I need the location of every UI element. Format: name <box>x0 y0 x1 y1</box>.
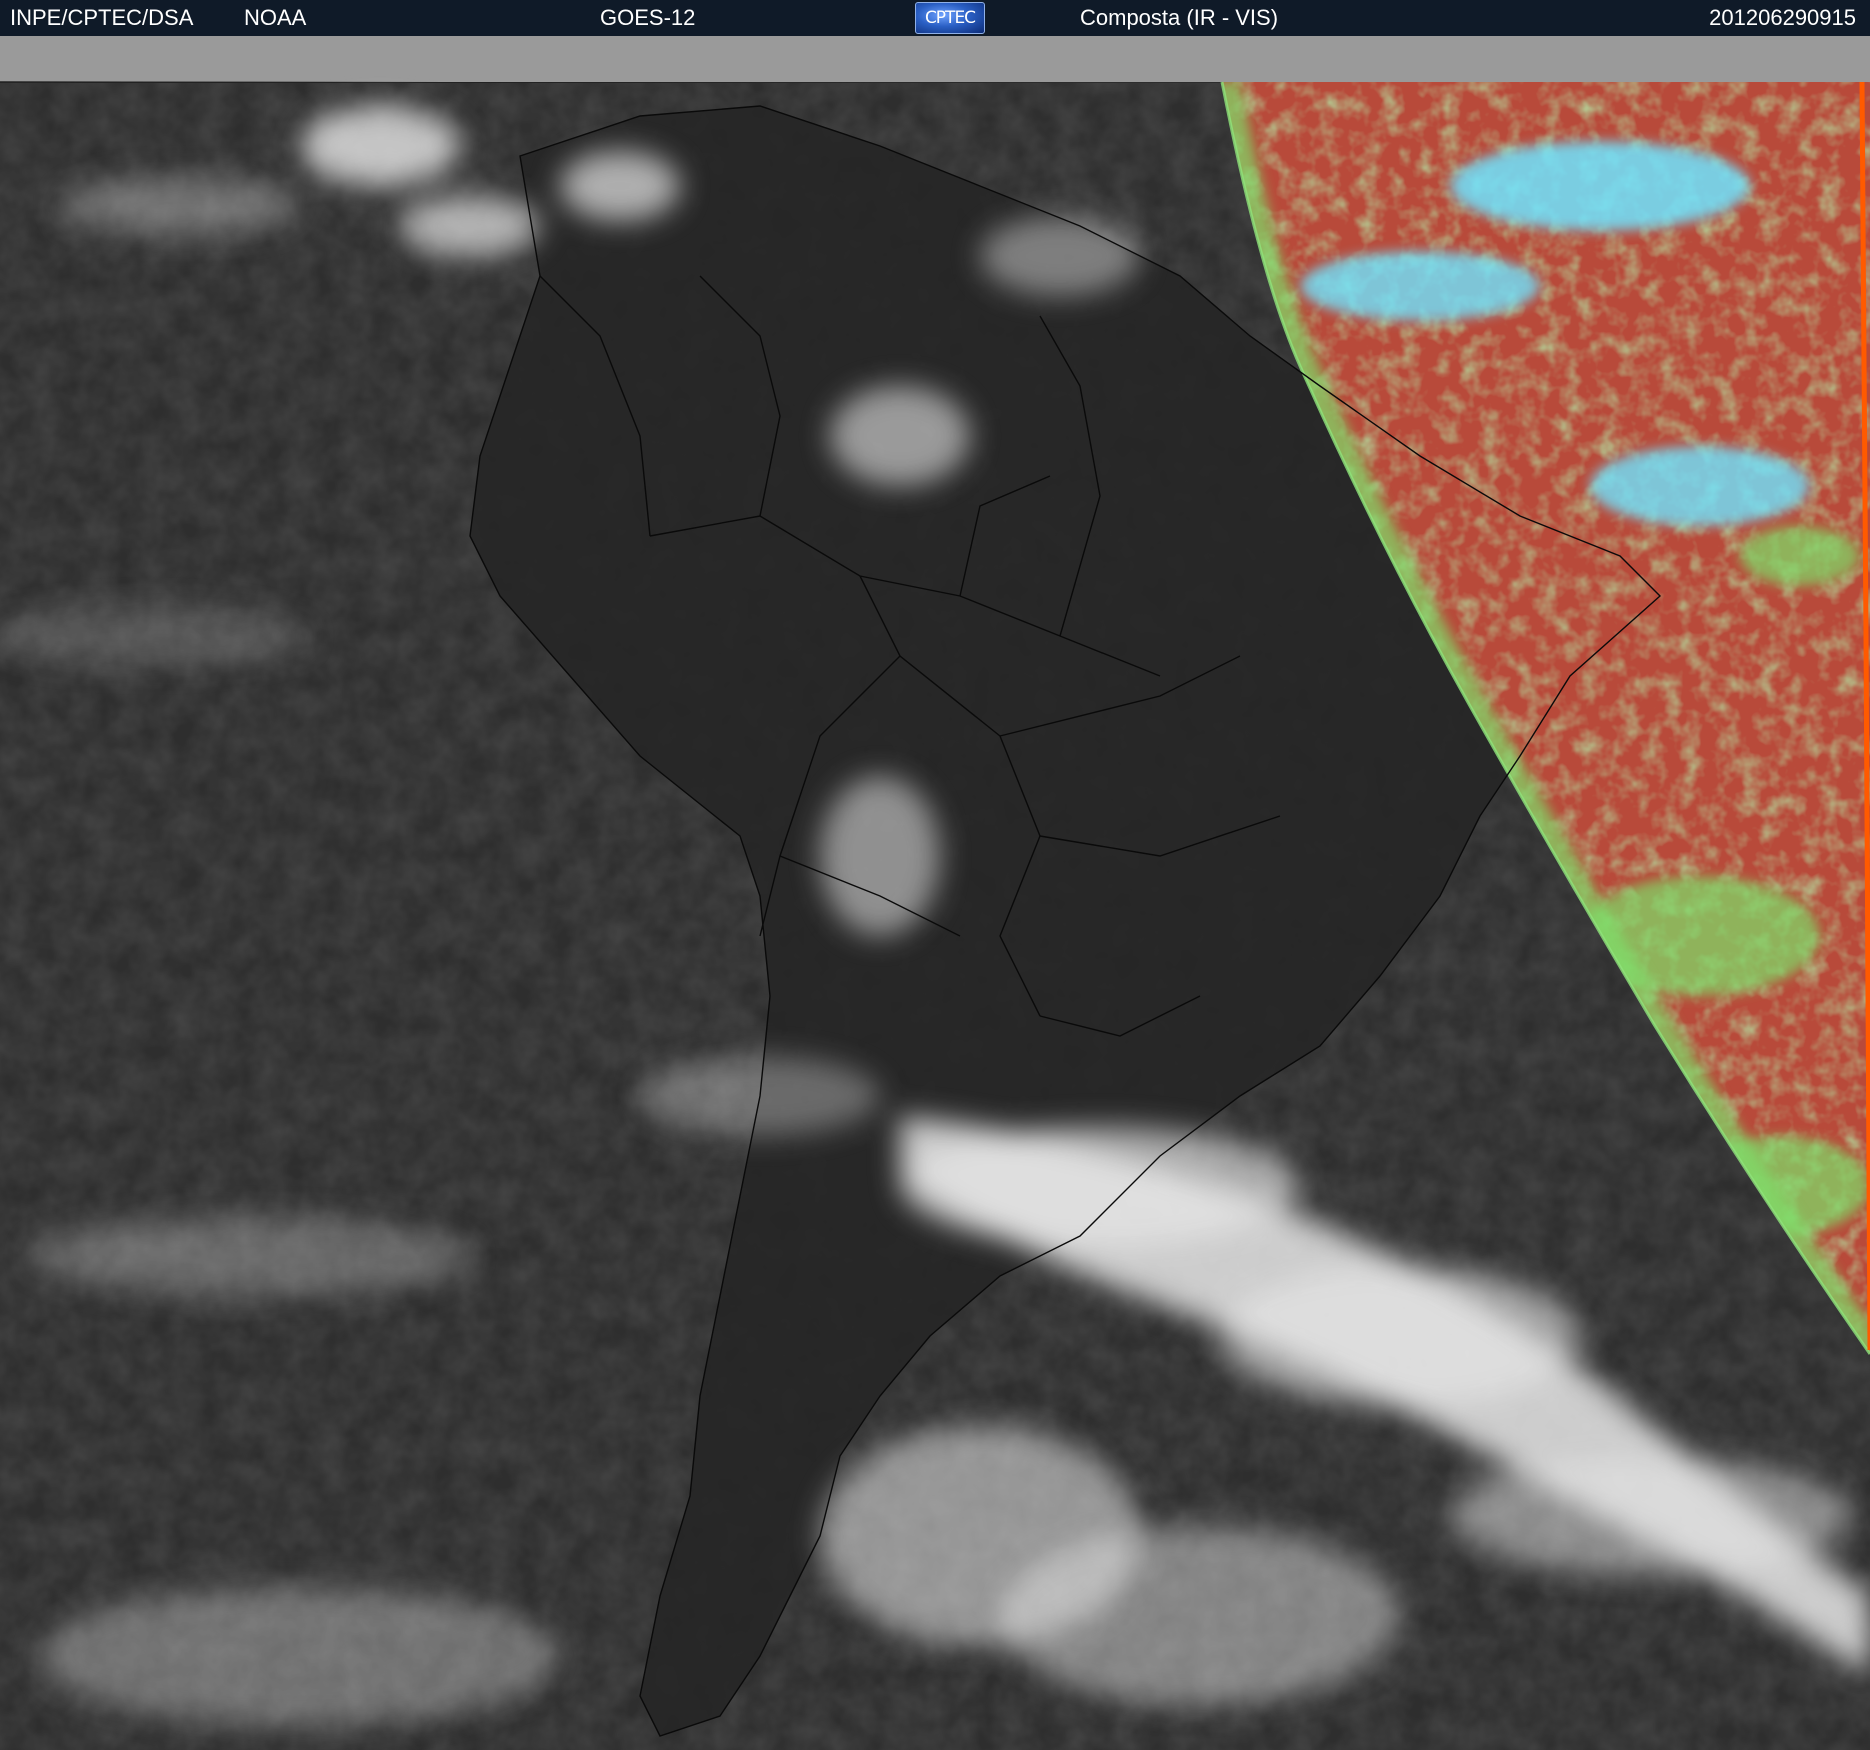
satellite-label: GOES-12 <box>600 5 696 30</box>
organization-label: INPE/CPTEC/DSA <box>10 5 194 30</box>
satellite-map-svg <box>0 36 1870 1750</box>
header-bar: INPE/CPTEC/DSA NOAA GOES-12 CPTEC Compos… <box>0 0 1870 36</box>
logo-text: CPTEC <box>924 8 976 28</box>
no-data-band <box>0 36 1870 82</box>
agency-label: NOAA <box>244 5 307 30</box>
product-label: Composta (IR - VIS) <box>1080 5 1279 30</box>
satellite-image <box>0 36 1870 1750</box>
timestamp-label: 201206290915 <box>1709 5 1856 30</box>
cptec-logo: CPTEC <box>915 2 985 34</box>
